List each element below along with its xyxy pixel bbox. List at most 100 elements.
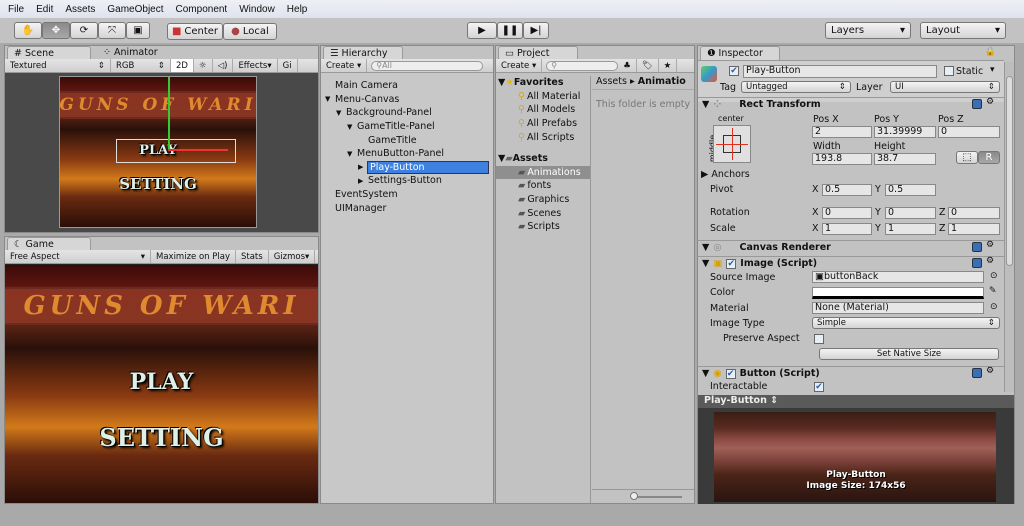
assets-header[interactable]: ▼ ▰ Assets bbox=[496, 152, 590, 166]
tab-scene[interactable]: # Scene bbox=[7, 46, 91, 60]
play-button[interactable]: ▶ bbox=[467, 22, 497, 39]
stats-toggle[interactable]: Stats bbox=[236, 250, 269, 263]
hierarchy-item[interactable]: ▶ Settings-Button bbox=[321, 174, 493, 188]
layers-dropdown[interactable]: Layers ▾ bbox=[825, 22, 911, 39]
active-checkbox[interactable]: ✔ bbox=[729, 66, 739, 76]
width-input[interactable]: 193.8 bbox=[812, 153, 872, 165]
button-component-header[interactable]: ▼ ◉ ✔ Button (Script) bbox=[698, 366, 1004, 380]
menu-edit[interactable]: Edit bbox=[36, 4, 53, 15]
menu-file[interactable]: File bbox=[8, 4, 24, 15]
help-icon[interactable] bbox=[972, 99, 982, 109]
scene-viewport[interactable]: GUNS OF WARI PLAY SETTING bbox=[59, 76, 257, 228]
hand-tool-button[interactable]: ✋ bbox=[14, 22, 42, 39]
rotation-x-input[interactable]: 0 bbox=[822, 207, 872, 219]
hierarchy-item[interactable]: UIManager bbox=[321, 201, 493, 215]
move-tool-button[interactable]: ✥ bbox=[42, 22, 70, 39]
menu-gameobject[interactable]: GameObject bbox=[107, 4, 163, 15]
step-button[interactable]: ▶| bbox=[523, 22, 549, 39]
pivot-center-button[interactable]: ■ Center bbox=[167, 23, 223, 40]
height-input[interactable]: 38.7 bbox=[874, 153, 936, 165]
shading-dropdown[interactable]: Textured ⇕ bbox=[5, 59, 111, 72]
menu-window[interactable]: Window bbox=[239, 4, 275, 15]
maximize-on-play-toggle[interactable]: Maximize on Play bbox=[151, 250, 236, 263]
folder-item[interactable]: ▰ Scenes bbox=[496, 206, 590, 220]
effects-dropdown[interactable]: Effects ▾ bbox=[233, 59, 278, 72]
pivot-x-input[interactable]: 0.5 bbox=[822, 184, 872, 196]
create-dropdown[interactable]: Create ▾ bbox=[321, 59, 368, 72]
2d-toggle[interactable]: 2D bbox=[171, 59, 194, 72]
scale-x-input[interactable]: 1 bbox=[822, 223, 872, 235]
folder-item[interactable]: ▰ Animations bbox=[496, 165, 590, 180]
pivot-y-input[interactable]: 0.5 bbox=[885, 184, 936, 196]
scale-y-input[interactable]: 1 bbox=[885, 223, 936, 235]
scale-tool-button[interactable]: ⤧ bbox=[98, 22, 126, 39]
tab-project[interactable]: ▭ Project bbox=[498, 46, 578, 60]
project-search-input[interactable]: ⚲ bbox=[546, 60, 619, 71]
tag-dropdown[interactable]: Untagged ⇕ bbox=[741, 81, 851, 93]
menu-component[interactable]: Component bbox=[176, 4, 228, 15]
move-gizmo-y[interactable] bbox=[168, 77, 170, 149]
folder-item[interactable]: ▰ fonts bbox=[496, 179, 590, 193]
gear-icon[interactable]: ⚙ bbox=[986, 240, 994, 250]
folder-item[interactable]: ▰ Scripts bbox=[496, 220, 590, 234]
audio-toggle[interactable]: ◁) bbox=[213, 59, 234, 72]
anchor-preset-button[interactable] bbox=[713, 125, 751, 163]
canvas-renderer-header[interactable]: ▼ ◎ Canvas Renderer bbox=[698, 240, 1004, 254]
image-type-dropdown[interactable]: Simple ⇕ bbox=[812, 317, 1000, 329]
foldout-arrow-icon[interactable]: ▶ bbox=[358, 163, 368, 171]
aspect-dropdown[interactable]: Free Aspect ▾ bbox=[5, 250, 151, 263]
rotation-z-input[interactable]: 0 bbox=[948, 207, 1000, 219]
foldout-arrow-icon[interactable]: ▼ bbox=[325, 95, 335, 103]
rect-transform-header[interactable]: ▼ ⁘ Rect Transform bbox=[698, 97, 1004, 111]
scale-z-input[interactable]: 1 bbox=[948, 223, 1000, 235]
hierarchy-item[interactable]: EventSystem bbox=[321, 188, 493, 202]
hierarchy-item[interactable]: Main Camera bbox=[321, 79, 493, 93]
hierarchy-search-input[interactable]: ⚲ All bbox=[371, 60, 484, 71]
gear-icon[interactable]: ⚙ bbox=[986, 256, 994, 266]
gizmos-dropdown[interactable]: Gi bbox=[278, 59, 298, 72]
pause-button[interactable]: ❚❚ bbox=[497, 22, 523, 39]
selection-rect[interactable] bbox=[116, 139, 236, 163]
game-play-label[interactable]: PLAY bbox=[5, 369, 318, 395]
favorite-item[interactable]: ⚲ All Scripts bbox=[496, 130, 590, 144]
hierarchy-item[interactable]: ▼ Background-Panel bbox=[321, 106, 493, 120]
color-swatch[interactable] bbox=[812, 287, 984, 299]
help-icon[interactable] bbox=[972, 242, 982, 252]
material-field[interactable]: None (Material) bbox=[812, 302, 984, 314]
eyedropper-icon[interactable]: ✎ bbox=[989, 286, 997, 296]
image-enabled-checkbox[interactable]: ✔ bbox=[726, 258, 737, 269]
hierarchy-item[interactable]: ▶ Play-Button bbox=[321, 160, 493, 175]
slider-handle[interactable] bbox=[630, 492, 638, 500]
blueprint-mode-button[interactable]: ⬚ bbox=[956, 151, 978, 164]
lock-icon[interactable]: 🔒 bbox=[985, 47, 996, 57]
object-picker-icon[interactable]: ⊙ bbox=[990, 302, 998, 312]
object-picker-icon[interactable]: ⊙ bbox=[990, 271, 998, 281]
scrollbar-thumb[interactable] bbox=[1006, 76, 1013, 266]
move-gizmo-x[interactable] bbox=[168, 149, 228, 151]
preserve-aspect-checkbox[interactable] bbox=[814, 334, 824, 344]
rotate-tool-button[interactable]: ⟳ bbox=[70, 22, 98, 39]
gear-icon[interactable]: ⚙ bbox=[986, 366, 994, 376]
space-local-button[interactable]: ● Local bbox=[223, 23, 277, 40]
image-component-header[interactable]: ▼ ▣ ✔ Image (Script) bbox=[698, 256, 1004, 270]
menu-assets[interactable]: Assets bbox=[65, 4, 95, 15]
icon-size-slider[interactable] bbox=[632, 496, 682, 498]
anchors-foldout[interactable]: ▶ Anchors bbox=[701, 169, 750, 180]
inspector-scrollbar[interactable] bbox=[1004, 62, 1014, 392]
foldout-arrow-icon[interactable]: ▼ bbox=[336, 109, 346, 117]
hierarchy-item[interactable]: GameTitle bbox=[321, 133, 493, 147]
static-dropdown-icon[interactable]: ▾ bbox=[990, 65, 995, 75]
rect-tool-button[interactable]: ▣ bbox=[126, 22, 150, 39]
favorite-item[interactable]: ⚲ All Prefabs bbox=[496, 117, 590, 131]
breadcrumb-assets[interactable]: Assets bbox=[596, 76, 627, 87]
set-native-size-button[interactable]: Set Native Size bbox=[819, 348, 999, 360]
help-icon[interactable] bbox=[972, 368, 982, 378]
folder-item[interactable]: ▰ Graphics bbox=[496, 193, 590, 207]
object-name-input[interactable]: Play-Button bbox=[743, 65, 937, 78]
favorites-header[interactable]: ▼ ★ Favorites bbox=[496, 76, 590, 90]
help-icon[interactable] bbox=[972, 258, 982, 268]
gear-icon[interactable]: ⚙ bbox=[986, 97, 994, 107]
foldout-arrow-icon[interactable]: ▼ bbox=[347, 150, 357, 158]
button-enabled-checkbox[interactable]: ✔ bbox=[725, 368, 736, 379]
tab-animator[interactable]: ⁘ Animator bbox=[97, 46, 164, 60]
